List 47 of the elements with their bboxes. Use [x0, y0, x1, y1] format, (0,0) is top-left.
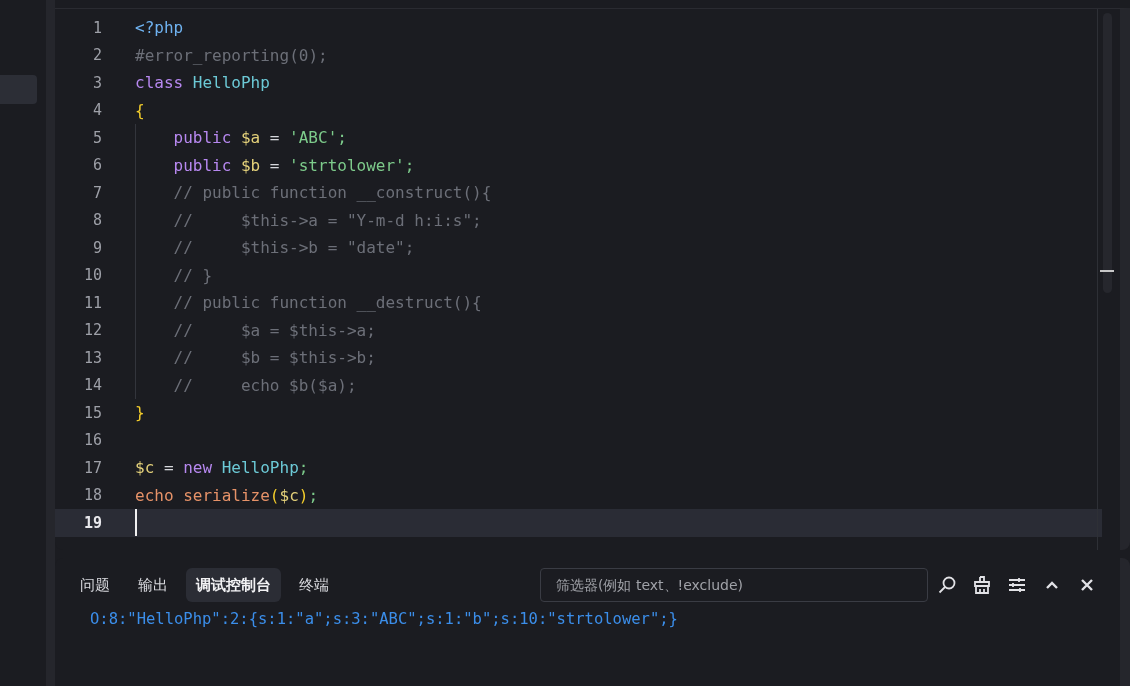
- line-number: 5: [91, 128, 102, 147]
- broom-icon[interactable]: [971, 574, 993, 596]
- line-number: 2: [91, 46, 102, 65]
- code-line: #error_reporting(0);: [135, 45, 328, 65]
- code-line: public $a = 'ABC';: [173, 128, 347, 148]
- code-line: // }: [173, 265, 213, 285]
- line-number: 18: [82, 486, 102, 505]
- code-line: // public function __destruct(){: [173, 293, 482, 313]
- code-line: echo serialize($c);: [135, 485, 319, 505]
- scroll-marker: [1100, 270, 1114, 272]
- panel-tab[interactable]: 调试控制台: [186, 568, 281, 602]
- line-number: 13: [82, 348, 102, 367]
- code-line: {: [135, 100, 145, 120]
- line-number: 7: [91, 183, 102, 202]
- code-line: // $a = $this->a;: [173, 320, 376, 340]
- code-line: // $this->b = "date";: [173, 238, 415, 258]
- line-number: 3: [91, 73, 102, 92]
- line-number: 11: [82, 293, 102, 312]
- search-icon[interactable]: [936, 574, 958, 596]
- line-number: 8: [91, 211, 102, 230]
- filter-field[interactable]: 筛选器(例如 text、!exclude): [540, 568, 928, 602]
- console-output: O:8:"HelloPhp":2:{s:1:"a";s:3:"ABC";s:1:"b";s:10:"strtolower";}: [89, 610, 679, 628]
- line-number: 12: [82, 321, 102, 340]
- line-number: 1: [91, 18, 102, 37]
- code-line: }: [135, 403, 145, 423]
- line-number: 16: [82, 431, 102, 450]
- code-line: // $this->a = "Y-m-d h:i:s";: [173, 210, 482, 230]
- code-line: // $b = $this->b;: [173, 348, 376, 368]
- code-line: // echo $b($a);: [173, 375, 357, 395]
- code-line: class HelloPhp: [135, 73, 270, 93]
- code-line: public $b = 'strtolower';: [173, 155, 415, 175]
- line-number: 9: [91, 238, 102, 257]
- text-cursor: [135, 509, 137, 537]
- line-number: 14: [82, 376, 102, 395]
- line-number: 10: [82, 266, 102, 285]
- panel-tab[interactable]: 输出: [128, 568, 178, 602]
- line-number: 4: [91, 101, 102, 120]
- code-line: // public function __construct(){: [173, 183, 492, 203]
- code-line: $c = new HelloPhp;: [135, 458, 309, 478]
- panel-tab[interactable]: 问题: [70, 568, 120, 602]
- line-number: 17: [82, 458, 102, 477]
- line-number: 19: [82, 513, 102, 532]
- line-number: 15: [82, 403, 102, 422]
- line-number: 6: [91, 156, 102, 175]
- panel-tab[interactable]: 终端: [289, 568, 339, 602]
- code-line: <?php: [135, 18, 184, 38]
- scrollbar[interactable]: [1103, 13, 1112, 293]
